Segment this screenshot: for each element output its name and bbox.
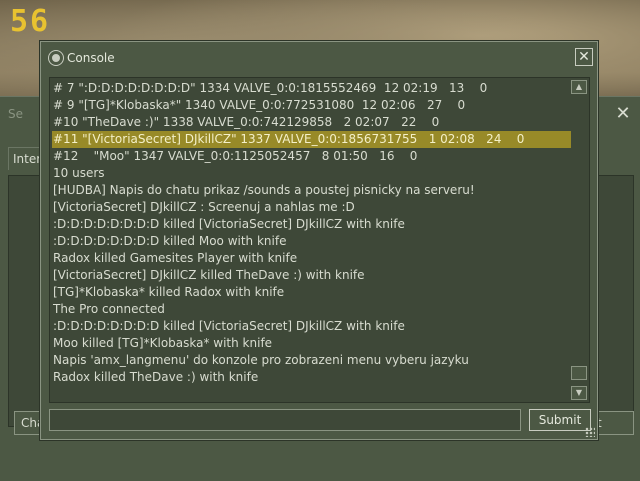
console-line: Radox killed Gamesites Player with knife xyxy=(53,251,298,265)
scroll-up-icon[interactable]: ▲ xyxy=(571,80,587,94)
resize-grip-icon[interactable] xyxy=(585,427,595,437)
console-log[interactable]: # 7 ":D:D:D:D:D:D:D:D" 1334 VALVE_0:0:18… xyxy=(49,77,590,403)
console-line: #11 "[VictoriaSecret] DJkillCZ" 1337 VAL… xyxy=(52,131,572,148)
console-line: Moo killed [TG]*Klobaska* with knife xyxy=(53,336,273,350)
console-line: 10 users xyxy=(53,166,105,180)
console-line: [HUDBA] Napis do chatu prikaz /sounds a … xyxy=(53,183,475,197)
console-line: # 9 "[TG]*Klobaska*" 1340 VALVE_0:0:7725… xyxy=(53,98,466,112)
close-icon[interactable]: ✕ xyxy=(575,48,593,66)
console-line: #12 "Moo" 1347 VALVE_0:0:1125052457 8 01… xyxy=(53,149,418,163)
scroll-thumb[interactable] xyxy=(571,366,587,380)
console-line: Radox killed TheDave :) with knife xyxy=(53,370,259,384)
console-line: [VictoriaSecret] DJkillCZ killed TheDave… xyxy=(53,268,365,282)
console-line: :D:D:D:D:D:D:D:D killed [VictoriaSecret]… xyxy=(53,319,405,333)
console-line: :D:D:D:D:D:D:D:D killed Moo with knife xyxy=(53,234,287,248)
console-line: [TG]*Klobaska* killed Radox with knife xyxy=(53,285,285,299)
console-line: #10 "TheDave :)" 1338 VALVE_0:0:74212985… xyxy=(53,115,440,129)
server-browser-close-icon[interactable]: ✕ xyxy=(614,105,632,123)
console-title: Console xyxy=(67,51,115,65)
console-line: [VictoriaSecret] DJkillCZ : Screenuj a n… xyxy=(53,200,355,214)
hud-counter: 56 xyxy=(10,4,51,39)
submit-button[interactable]: Submit xyxy=(529,409,591,431)
console-line: Napis 'amx_langmenu' do konzole pro zobr… xyxy=(53,353,469,367)
console-line: :D:D:D:D:D:D:D:D killed [VictoriaSecret]… xyxy=(53,217,405,231)
scroll-track[interactable] xyxy=(571,94,587,386)
command-input[interactable] xyxy=(49,409,521,431)
console-line: # 7 ":D:D:D:D:D:D:D:D" 1334 VALVE_0:0:18… xyxy=(53,81,488,95)
log-scrollbar[interactable]: ▲ ▼ xyxy=(571,80,587,400)
server-browser-title: Se xyxy=(8,107,23,121)
console-log-lines: # 7 ":D:D:D:D:D:D:D:D" 1334 VALVE_0:0:18… xyxy=(52,80,572,386)
console-window: Console ✕ # 7 ":D:D:D:D:D:D:D:D" 1334 VA… xyxy=(40,41,598,440)
scroll-down-icon[interactable]: ▼ xyxy=(571,386,587,400)
console-line: The Pro connected xyxy=(53,302,165,316)
steam-icon xyxy=(49,51,63,65)
